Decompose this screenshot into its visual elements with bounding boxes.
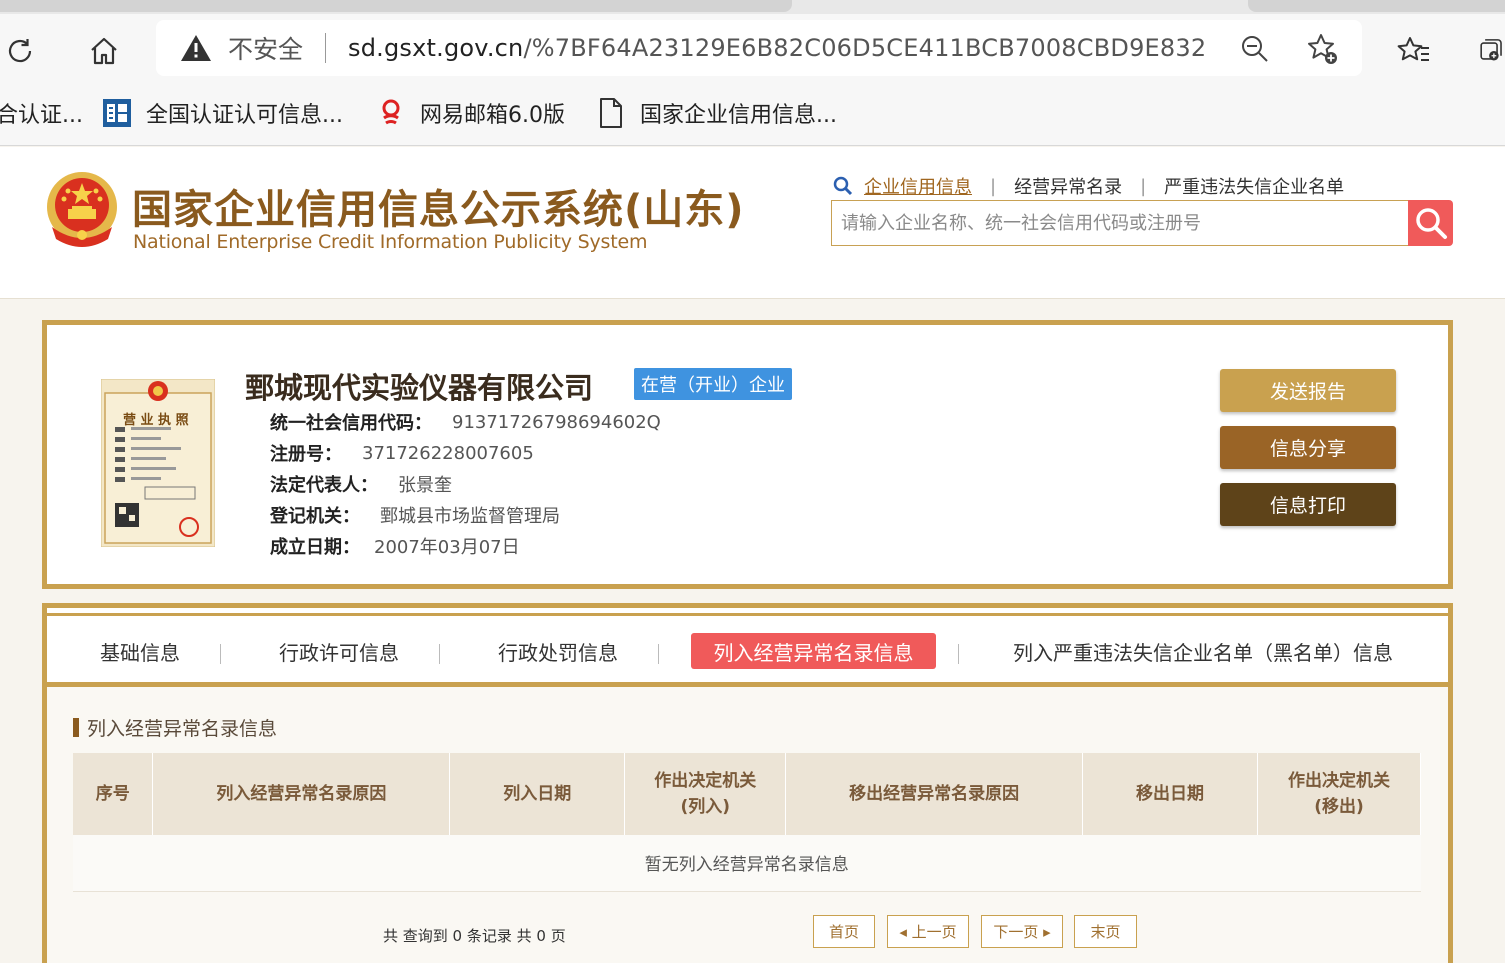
refresh-icon[interactable] bbox=[2, 36, 38, 66]
field-value: 371726228007605 bbox=[362, 442, 534, 464]
title-bar-marker bbox=[73, 718, 79, 737]
bookmark-item[interactable]: 全国认证认可信息... bbox=[102, 96, 343, 130]
bookmark-label: 全国认证认可信息... bbox=[146, 103, 343, 128]
column-header: 移出经营异常名录原因 bbox=[785, 753, 1084, 835]
search-field[interactable] bbox=[831, 200, 1409, 246]
section-title-text: 列入经营异常名录信息 bbox=[87, 718, 278, 740]
tab-admin-license[interactable]: 行政许可信息 bbox=[274, 633, 404, 669]
link-divider: | bbox=[990, 175, 997, 197]
table-header-row: 序号 列入经营异常名录原因 列入日期 作出决定机关 (列入) 移出经营异常名录原因… bbox=[73, 753, 1421, 835]
national-emblem-icon bbox=[44, 169, 120, 249]
column-header: 序号 bbox=[73, 753, 154, 835]
field-value: 2007年03月07日 bbox=[374, 537, 520, 558]
address-divider bbox=[325, 33, 327, 63]
site-header: 国家企业信用信息公示系统(山东) National Enterprise Cre… bbox=[0, 147, 1505, 299]
add-favorite-icon[interactable] bbox=[1306, 32, 1340, 66]
table-row: 暂无列入经营异常名录信息 bbox=[73, 835, 1421, 892]
browser-tabstrip bbox=[0, 0, 1505, 14]
next-page-button[interactable]: 下一页 ▸ bbox=[981, 915, 1063, 948]
bookmark-label: 合认证... bbox=[0, 103, 83, 128]
tab-divider bbox=[658, 644, 659, 664]
field-label: 成立日期： bbox=[270, 537, 360, 558]
netease-mail-icon bbox=[376, 98, 406, 128]
field-value: 张景奎 bbox=[398, 475, 452, 496]
bookmark-item[interactable]: 合认证... bbox=[0, 96, 83, 130]
info-panel: 基础信息 行政许可信息 行政处罚信息 列入经营异常名录信息 列入严重违法失信企业… bbox=[42, 603, 1453, 963]
tab-divider bbox=[958, 644, 959, 664]
url-domain: sd.gsxt.gov.cn bbox=[348, 34, 524, 62]
tab-divider bbox=[220, 644, 221, 664]
first-page-button[interactable]: 首页 bbox=[813, 915, 875, 948]
field-registration-number: 注册号： 371726228007605 bbox=[270, 440, 534, 466]
field-label: 注册号： bbox=[270, 444, 342, 465]
link-enterprise-credit-info[interactable]: 企业信用信息 bbox=[864, 173, 972, 199]
tab-divider bbox=[439, 644, 440, 664]
browser-tab[interactable] bbox=[1248, 0, 1505, 12]
document-icon bbox=[596, 98, 626, 128]
cnca-icon bbox=[102, 98, 132, 128]
link-blacklist[interactable]: 严重违法失信企业名单 bbox=[1164, 173, 1344, 199]
prev-page-button[interactable]: ◂ 上一页 bbox=[887, 915, 969, 948]
status-badge: 在营（开业）企业 bbox=[634, 368, 792, 400]
license-title: 营 业 执 照 bbox=[123, 413, 189, 428]
abnormal-list-section: 列入经营异常名录信息 序号 列入经营异常名录原因 列入日期 作出决定机关 (列入)… bbox=[47, 687, 1448, 963]
field-label: 法定代表人： bbox=[270, 475, 378, 496]
search-icon bbox=[1415, 208, 1447, 239]
tab-blacklist[interactable]: 列入严重违法失信企业名单（黑名单）信息 bbox=[1007, 633, 1399, 669]
field-value: 91371726798694602Q bbox=[452, 411, 661, 433]
field-established-date: 成立日期： 2007年03月07日 bbox=[270, 533, 520, 559]
field-value: 鄄城县市场监督管理局 bbox=[380, 506, 560, 527]
company-name: 鄄城现代实验仪器有限公司 bbox=[245, 371, 594, 405]
site-title: 国家企业信用信息公示系统(山东) bbox=[132, 187, 745, 233]
insecure-label[interactable]: 不安全 bbox=[228, 30, 303, 66]
warning-icon[interactable] bbox=[180, 33, 214, 63]
tab-basic-info[interactable]: 基础信息 bbox=[95, 633, 185, 669]
field-credit-code: 统一社会信用代码： 91371726798694602Q bbox=[270, 409, 661, 435]
bookmark-item[interactable]: 国家企业信用信息... bbox=[596, 96, 837, 130]
link-abnormal-list[interactable]: 经营异常名录 bbox=[1014, 173, 1122, 199]
bookmark-label: 网易邮箱6.0版 bbox=[420, 103, 565, 128]
field-registration-authority: 登记机关： 鄄城县市场监督管理局 bbox=[270, 502, 560, 528]
column-header: 列入日期 bbox=[449, 753, 626, 835]
column-header: 列入经营异常名录原因 bbox=[152, 753, 451, 835]
business-license-image[interactable] bbox=[100, 378, 216, 548]
search-button[interactable] bbox=[1408, 200, 1453, 246]
company-card: 营 业 执 照 鄄城现代实验仪器有限公司 在营（开业）企业 统一社会信用代码： … bbox=[42, 320, 1453, 589]
column-header: 移出日期 bbox=[1082, 753, 1258, 835]
site-title-english: National Enterprise Credit Information P… bbox=[133, 231, 648, 253]
field-legal-representative: 法定代表人： 张景奎 bbox=[270, 471, 452, 497]
field-label: 登记机关： bbox=[270, 506, 360, 527]
url-text[interactable]: sd.gsxt.gov.cn/%7BF64A23129E6B82C06D5CE4… bbox=[348, 34, 1208, 62]
collections-icon[interactable] bbox=[1478, 36, 1505, 66]
last-page-button[interactable]: 末页 bbox=[1074, 915, 1137, 948]
address-bar[interactable]: 不安全 sd.gsxt.gov.cn/%7BF64A23129E6B82C06D… bbox=[156, 20, 1362, 76]
search-input[interactable] bbox=[832, 201, 1409, 245]
url-path: /%7BF64A23129E6B82C06D5CE411BCB7008CBD9E… bbox=[523, 34, 1209, 62]
pagination-info: 共 查询到 0 条记录 共 0 页 bbox=[383, 927, 566, 945]
empty-message: 暂无列入经营异常名录信息 bbox=[73, 835, 1421, 892]
tab-admin-penalty[interactable]: 行政处罚信息 bbox=[493, 633, 623, 669]
browser-toolbar: 不安全 sd.gsxt.gov.cn/%7BF64A23129E6B82C06D… bbox=[0, 14, 1505, 86]
abnormal-list-table: 序号 列入经营异常名录原因 列入日期 作出决定机关 (列入) 移出经营异常名录原因… bbox=[73, 753, 1421, 892]
zoom-out-icon[interactable] bbox=[1238, 32, 1272, 66]
home-icon[interactable] bbox=[86, 36, 122, 66]
link-divider: | bbox=[1140, 175, 1147, 197]
share-info-button[interactable]: 信息分享 bbox=[1220, 426, 1396, 469]
column-header: 作出决定机关 (列入) bbox=[624, 753, 787, 835]
column-header: 作出决定机关 (移出) bbox=[1257, 753, 1421, 835]
send-report-button[interactable]: 发送报告 bbox=[1220, 369, 1396, 412]
search-small-icon bbox=[833, 176, 853, 196]
top-nav-links: 企业信用信息 | 经营异常名录 | 严重违法失信企业名单 bbox=[832, 173, 1344, 199]
tab-abnormal-list[interactable]: 列入经营异常名录信息 bbox=[691, 633, 936, 669]
tab-bar: 基础信息 行政许可信息 行政处罚信息 列入经营异常名录信息 列入严重违法失信企业… bbox=[47, 616, 1448, 682]
section-title: 列入经营异常名录信息 bbox=[73, 714, 277, 741]
bookmark-item[interactable]: 网易邮箱6.0版 bbox=[376, 96, 565, 130]
print-info-button[interactable]: 信息打印 bbox=[1220, 483, 1396, 526]
browser-tab[interactable] bbox=[0, 0, 792, 12]
bookmarks-bar: 合认证... 全国认证认可信息... 网易邮箱6.0版 国家企业信用信息... bbox=[0, 86, 1505, 146]
bookmark-label: 国家企业信用信息... bbox=[640, 103, 837, 128]
favorites-icon[interactable] bbox=[1396, 36, 1432, 66]
field-label: 统一社会信用代码： bbox=[270, 413, 432, 434]
